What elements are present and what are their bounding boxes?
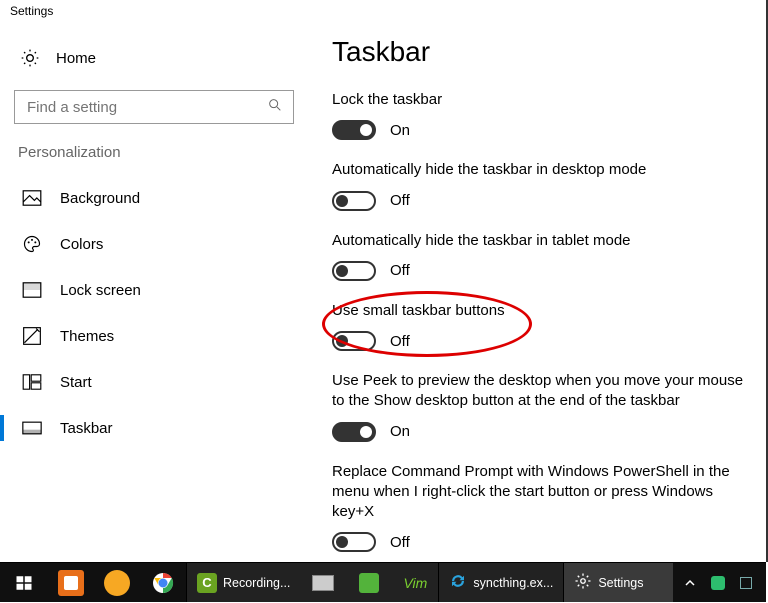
picture-icon [22, 190, 42, 206]
toggle-switch[interactable] [332, 191, 376, 211]
taskbar-app[interactable] [48, 563, 94, 602]
gear-icon [574, 572, 592, 593]
home-nav[interactable]: Home [14, 36, 294, 80]
os-taskbar: C Recording... Vim syncthing.ex... Setti… [0, 562, 766, 602]
taskbar-app-label: syncthing.ex... [473, 576, 553, 590]
sidebar-item-label: Background [60, 190, 140, 207]
taskbar-app-vim[interactable]: Vim [392, 563, 438, 602]
taskbar-app[interactable] [94, 563, 140, 602]
setting-4: Use Peek to preview the desktop when you… [332, 371, 746, 442]
toggle-state-label: Off [390, 262, 410, 279]
setting-0: Lock the taskbar On [332, 90, 746, 140]
toggle-state-label: Off [390, 333, 410, 350]
tray-overflow[interactable] [676, 578, 704, 588]
toggle-switch[interactable] [332, 422, 376, 442]
taskbar-app-settings[interactable]: Settings [563, 563, 673, 602]
sidebar: Home Personalization Background [0, 24, 308, 562]
tray-icon[interactable] [704, 576, 732, 590]
sidebar-item-lockscreen[interactable]: Lock screen [14, 267, 294, 313]
toggle-switch[interactable] [332, 261, 376, 281]
setting-3: Use small taskbar buttons Off [332, 301, 746, 351]
page-title: Taskbar [332, 36, 746, 68]
sidebar-category: Personalization [14, 144, 294, 161]
sidebar-item-colors[interactable]: Colors [14, 221, 294, 267]
sidebar-item-start[interactable]: Start [14, 359, 294, 405]
toggle-state-label: Off [390, 534, 410, 551]
toggle-state-label: On [390, 122, 410, 139]
home-label: Home [56, 50, 96, 67]
setting-label: Lock the taskbar [332, 90, 746, 110]
system-tray [676, 563, 766, 602]
search-icon [267, 97, 283, 118]
setting-label: Use small taskbar buttons [332, 301, 746, 321]
themes-icon [22, 326, 42, 346]
gear-icon [20, 48, 40, 68]
start-icon [22, 374, 42, 390]
toggle-switch[interactable] [332, 331, 376, 351]
taskbar-app-label: Recording... [223, 576, 290, 590]
sidebar-item-label: Lock screen [60, 282, 141, 299]
search-input[interactable] [25, 98, 255, 117]
sidebar-item-themes[interactable]: Themes [14, 313, 294, 359]
sidebar-item-label: Themes [60, 328, 114, 345]
taskbar-app-terminal[interactable] [300, 563, 346, 602]
lockscreen-icon [22, 282, 42, 298]
main-panel: Taskbar Lock the taskbar On Automatically … [308, 24, 766, 562]
palette-icon [22, 234, 42, 254]
setting-label: Use Peek to preview the desktop when you… [332, 371, 746, 412]
tray-icon[interactable] [732, 577, 760, 589]
setting-label: Replace Command Prompt with Windows Powe… [332, 462, 746, 523]
toggle-state-label: Off [390, 192, 410, 209]
toggle-switch[interactable] [332, 120, 376, 140]
sidebar-item-taskbar[interactable]: Taskbar [14, 405, 294, 451]
setting-label: Automatically hide the taskbar in deskto… [332, 160, 746, 180]
settings-window: Settings Home Personalization [0, 0, 768, 562]
content-area: Home Personalization Background [0, 24, 766, 562]
sidebar-item-label: Start [60, 374, 92, 391]
sidebar-item-label: Colors [60, 236, 103, 253]
setting-1: Automatically hide the taskbar in deskto… [332, 160, 746, 210]
setting-label: Automatically hide the taskbar in tablet… [332, 231, 746, 251]
taskbar-icon [22, 421, 42, 435]
taskbar-app-evernote[interactable] [346, 563, 392, 602]
setting-2: Automatically hide the taskbar in tablet… [332, 231, 746, 281]
taskbar-app-recording[interactable]: C Recording... [186, 563, 300, 602]
search-input-container[interactable] [14, 90, 294, 124]
setting-5: Replace Command Prompt with Windows Powe… [332, 462, 746, 553]
window-title: Settings [0, 0, 766, 24]
taskbar-app-chrome[interactable] [140, 563, 186, 602]
start-button[interactable] [0, 563, 48, 602]
sidebar-item-background[interactable]: Background [14, 175, 294, 221]
toggle-state-label: On [390, 423, 410, 440]
taskbar-app-syncthing[interactable]: syncthing.ex... [438, 563, 563, 602]
toggle-switch[interactable] [332, 532, 376, 552]
sidebar-item-label: Taskbar [60, 420, 113, 437]
refresh-icon [449, 572, 467, 593]
taskbar-app-label: Settings [598, 576, 643, 590]
